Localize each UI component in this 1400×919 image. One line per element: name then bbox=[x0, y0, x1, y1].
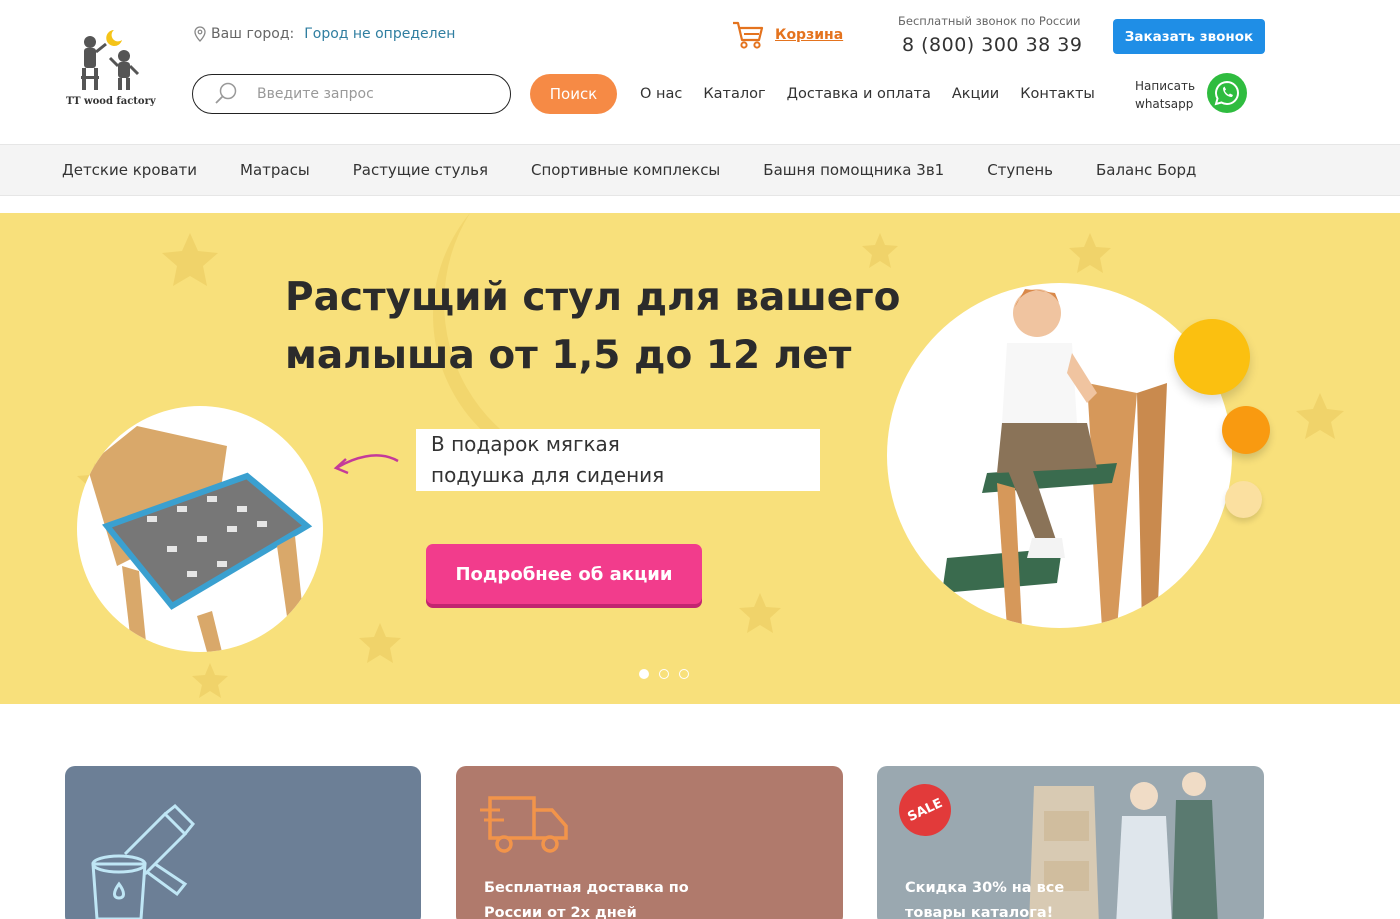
nav-contacts[interactable]: Контакты bbox=[1020, 86, 1095, 102]
gift-line2: подушка для сидения bbox=[431, 463, 665, 487]
category-helper-tower[interactable]: Башня помощника 3в1 bbox=[763, 161, 944, 179]
nav-about[interactable]: О нас bbox=[640, 86, 682, 102]
nav-catalog[interactable]: Каталог bbox=[703, 86, 765, 102]
feature-card-sale-text: Скидка 30% на все товары каталога! bbox=[905, 876, 1064, 919]
logo-kids-icon bbox=[81, 30, 140, 90]
feature-card-paint[interactable] bbox=[65, 766, 421, 919]
whatsapp-icon[interactable] bbox=[1207, 73, 1247, 113]
delivery-truck-icon bbox=[480, 796, 568, 853]
feature-card-sale-line2: товары каталога! bbox=[905, 905, 1054, 919]
logo[interactable]: TT wood factory bbox=[62, 26, 157, 116]
feature-card-sale[interactable]: SALE Скидка 30% на все товары каталога! bbox=[877, 766, 1264, 919]
promo-details-button[interactable]: Подробнее об акции bbox=[426, 544, 702, 604]
category-growing-chairs[interactable]: Растущие стулья bbox=[353, 161, 488, 179]
whatsapp-glyph-icon bbox=[1214, 80, 1239, 106]
hero-title-line1: Растущий стул для вашего bbox=[285, 275, 901, 320]
slider-dot-3[interactable] bbox=[679, 669, 689, 679]
whatsapp-line2: whatsapp bbox=[1135, 97, 1194, 111]
city-selector[interactable]: Ваш город: Город не определен bbox=[193, 26, 455, 42]
paint-bucket-icon bbox=[91, 804, 196, 919]
cart-link[interactable]: Корзина bbox=[731, 20, 843, 50]
search-icon[interactable] bbox=[213, 81, 239, 107]
search-button[interactable]: Поиск bbox=[530, 74, 617, 114]
feature-card-delivery[interactable]: Бесплатная доставка по России от 2х дней bbox=[456, 766, 843, 919]
decor-circle-pale bbox=[1225, 481, 1262, 518]
city-value[interactable]: Город не определен bbox=[304, 26, 455, 42]
order-call-button[interactable]: Заказать звонок bbox=[1113, 19, 1265, 54]
search-box bbox=[192, 74, 511, 114]
hero-title-line2: малыша от 1,5 до 12 лет bbox=[285, 333, 852, 378]
feature-card-delivery-text: Бесплатная доставка по России от 2х дней bbox=[484, 876, 689, 919]
decor-circle-orange bbox=[1222, 406, 1270, 454]
gift-line1: В подарок мягкая bbox=[431, 432, 620, 456]
shopping-cart-icon bbox=[733, 21, 764, 49]
chair-with-cushion-illustration bbox=[87, 426, 313, 652]
slider-dot-2[interactable] bbox=[659, 669, 669, 679]
whatsapp-text[interactable]: Написать whatsapp bbox=[1135, 77, 1195, 113]
slider-pagination bbox=[639, 669, 689, 679]
category-bar: Детские кровати Матрасы Растущие стулья … bbox=[0, 144, 1400, 196]
cushion-chair-image bbox=[77, 406, 323, 652]
whatsapp-line1: Написать bbox=[1135, 79, 1196, 93]
city-label: Ваш город: bbox=[211, 26, 295, 42]
slider-dot-1[interactable] bbox=[639, 669, 649, 679]
location-pin-icon bbox=[194, 26, 206, 42]
hero-banner: Растущий стул для вашего малыша от 1,5 д… bbox=[0, 213, 1400, 704]
nav-promotions[interactable]: Акции bbox=[952, 86, 999, 102]
decor-circle-yellow bbox=[1174, 319, 1250, 395]
phone-number[interactable]: 8 (800) 300 38 39 bbox=[902, 34, 1082, 56]
category-balance-board[interactable]: Баланс Борд bbox=[1096, 161, 1196, 179]
gift-note: В подарок мягкая подушка для сидения bbox=[416, 429, 820, 491]
category-sports-complexes[interactable]: Спортивные комплексы bbox=[531, 161, 720, 179]
logo-text: TT wood factory bbox=[66, 96, 156, 107]
category-step[interactable]: Ступень bbox=[987, 161, 1053, 179]
category-mattresses[interactable]: Матрасы bbox=[240, 161, 310, 179]
nav-delivery[interactable]: Доставка и оплата bbox=[787, 86, 931, 102]
phone-note: Бесплатный звонок по России bbox=[898, 14, 1081, 28]
feature-card-delivery-line1: Бесплатная доставка по bbox=[484, 880, 689, 896]
sale-badge: SALE bbox=[890, 775, 960, 845]
top-nav: О нас Каталог Доставка и оплата Акции Ко… bbox=[640, 86, 1095, 102]
page: TT wood factory Ваш город: Город не опре… bbox=[0, 0, 1400, 919]
feature-card-delivery-line2: России от 2х дней bbox=[484, 905, 637, 919]
feature-card-sale-line1: Скидка 30% на все bbox=[905, 880, 1065, 896]
hero-title: Растущий стул для вашего малыша от 1,5 д… bbox=[285, 269, 900, 385]
arrow-left-icon bbox=[333, 454, 399, 475]
category-kids-beds[interactable]: Детские кровати bbox=[62, 161, 197, 179]
cart-label[interactable]: Корзина bbox=[775, 27, 843, 43]
search-input[interactable] bbox=[257, 86, 487, 102]
